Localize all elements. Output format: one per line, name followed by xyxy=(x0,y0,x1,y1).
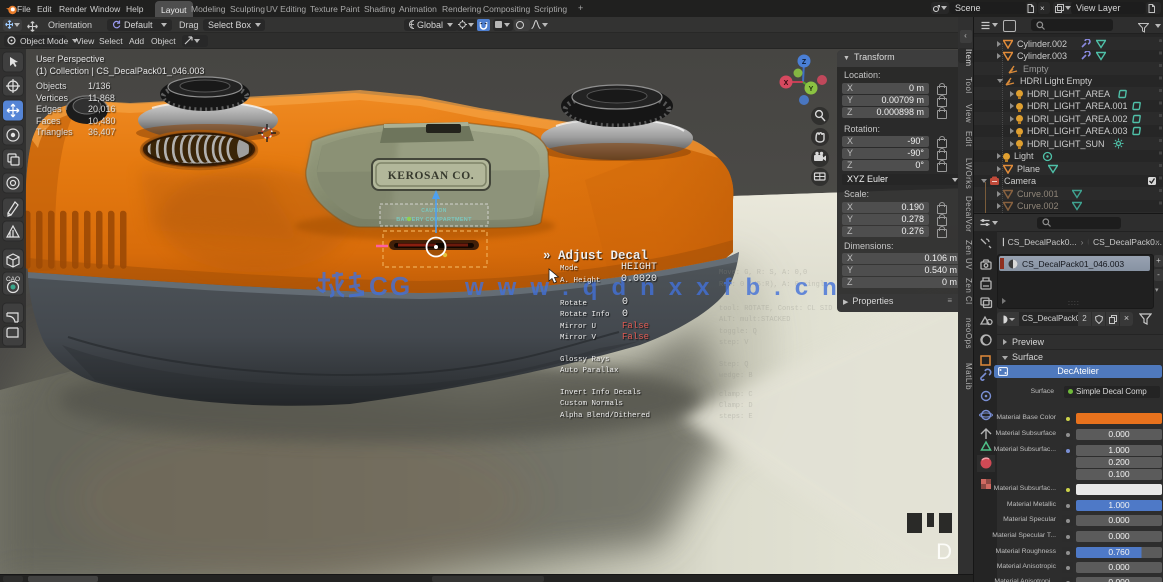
svg-text:CAUTION: CAUTION xyxy=(421,208,447,214)
svg-text:clamp: C: clamp: C xyxy=(719,391,753,399)
svg-text:wedge: B: wedge: B xyxy=(719,372,753,380)
svg-text:X: X xyxy=(784,80,789,87)
svg-text:KEROSAN CO.: KEROSAN CO. xyxy=(388,170,474,182)
svg-text:C: C xyxy=(369,271,388,301)
svg-text:ALT: mult:STACKED: ALT: mult:STACKED xyxy=(719,316,790,324)
svg-text:steps: E: steps: E xyxy=(719,413,753,421)
svg-text:step: V: step: V xyxy=(719,339,749,347)
svg-text:Z: Z xyxy=(802,59,807,66)
svg-text:toggle: Q: toggle: Q xyxy=(719,328,757,336)
svg-text:D: D xyxy=(936,539,952,564)
svg-text:G: G xyxy=(390,271,410,301)
svg-text:Clamp: D: Clamp: D xyxy=(719,402,753,410)
svg-text:Step: Q: Step: Q xyxy=(719,361,748,369)
svg-text:www.qdnxxfb.cn: www.qdnxxfb.cn xyxy=(464,274,851,301)
svg-text:Y: Y xyxy=(809,86,814,93)
svg-text:tool: ROTATE, Const: CL SID: tool: ROTATE, Const: CL SID xyxy=(719,305,832,313)
